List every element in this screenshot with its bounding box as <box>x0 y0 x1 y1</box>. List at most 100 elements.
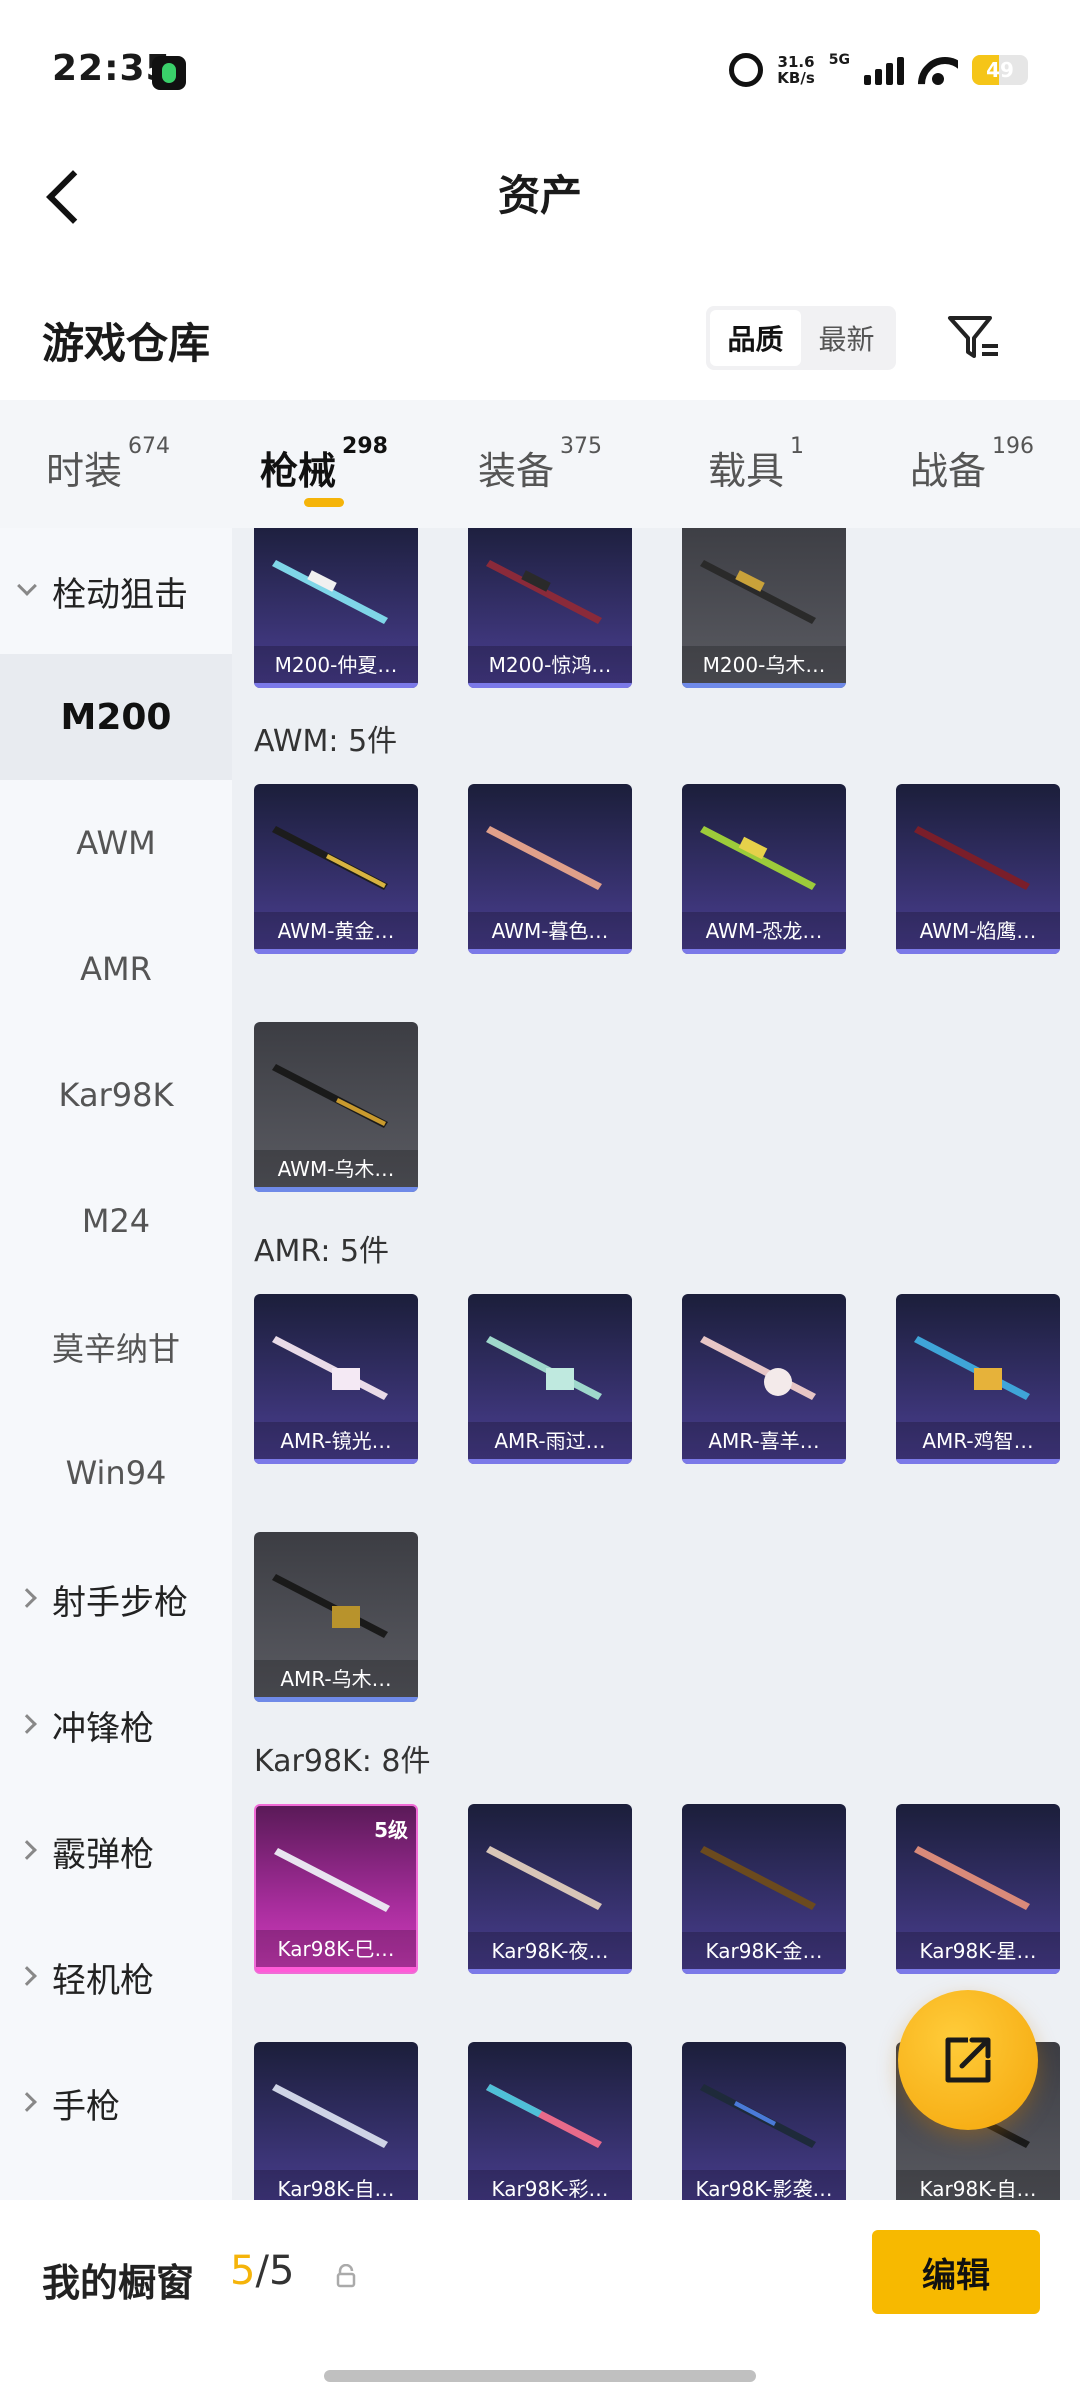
sidebar-item-label: Kar98K <box>58 1076 174 1114</box>
skin-card[interactable]: AWM-乌木… <box>254 1022 418 1192</box>
sidebar-item-m200[interactable]: M200 <box>0 654 232 780</box>
skin-card[interactable]: Kar98K-星… <box>896 1804 1060 1974</box>
skin-card[interactable]: M200-惊鸿… <box>468 528 632 688</box>
skin-name: AMR-镜光… <box>254 1422 418 1460</box>
showcase-count-current: 5 <box>230 2248 256 2294</box>
skin-card[interactable]: AWM-焰鹰… <box>896 784 1060 954</box>
skin-name: Kar98K-星… <box>896 1932 1060 1970</box>
rifle-icon <box>486 1336 602 1400</box>
sort-quality-option[interactable]: 品质 <box>710 310 801 366</box>
network-speed-unit: KB/s <box>777 69 815 87</box>
skin-name: AMR-喜羊… <box>682 1422 846 1460</box>
tab-label: 战备 <box>909 449 986 493</box>
skin-card[interactable]: Kar98K-影袭… <box>682 2042 846 2200</box>
tab-label: 装备 <box>477 449 554 493</box>
sidebar-item-label: 莫辛纳甘 <box>51 1330 180 1368</box>
showcase-bar: 我的橱窗 5/5 编辑 <box>0 2200 1080 2400</box>
sidebar-group-smg[interactable]: 冲锋枪 <box>0 1662 232 1788</box>
skin-card[interactable]: AMR-乌木… <box>254 1532 418 1702</box>
chevron-right-icon <box>17 1588 37 1608</box>
rifle-icon <box>272 2084 388 2148</box>
rifle-icon <box>700 1336 816 1400</box>
home-indicator <box>324 2370 756 2382</box>
weapon-category-sidebar: 栓动狙击 M200 AWM AMR Kar98K M24 莫辛纳甘 Win94 … <box>0 528 232 2200</box>
sort-latest-option[interactable]: 最新 <box>801 310 892 366</box>
skin-card[interactable]: Kar98K-夜… <box>468 1804 632 1974</box>
wifi-icon <box>918 55 958 85</box>
sort-toggle: 品质 最新 <box>706 306 896 370</box>
chevron-right-icon <box>17 1714 37 1734</box>
sidebar-item-awm[interactable]: AWM <box>0 780 232 906</box>
tab-equipment[interactable]: 装备 375 <box>432 400 648 528</box>
chevron-down-icon <box>17 576 37 596</box>
lock-icon <box>336 2264 356 2288</box>
showcase-count-separator: / <box>255 2248 269 2294</box>
edit-button[interactable]: 编辑 <box>872 2230 1040 2314</box>
section-header: 游戏仓库 品质 最新 <box>0 280 1080 400</box>
skin-card[interactable]: AMR-喜羊… <box>682 1294 846 1464</box>
sidebar-item-label: M24 <box>81 1202 151 1240</box>
sidebar-group-bolt-action[interactable]: 栓动狙击 <box>0 528 232 654</box>
tab-guns[interactable]: 枪械 298 <box>216 400 432 528</box>
rifle-icon <box>486 826 602 890</box>
skin-card[interactable]: AWM-暮色… <box>468 784 632 954</box>
sidebar-item-amr[interactable]: AMR <box>0 906 232 1032</box>
skin-name: M200-乌木… <box>682 646 846 684</box>
sidebar-item-m24[interactable]: M24 <box>0 1158 232 1284</box>
sidebar-group-pistol[interactable]: 手枪 <box>0 2040 232 2166</box>
skin-name: AWM-暮色… <box>468 912 632 950</box>
showcase-count: 5/5 <box>230 2248 294 2294</box>
signal-icon <box>864 55 904 85</box>
skin-card[interactable]: AWM-黄金… <box>254 784 418 954</box>
group-label-awm: AWM: 5件 <box>254 724 398 759</box>
category-tabs: 时装 674 枪械 298 装备 375 载具 1 战备 196 <box>0 400 1080 528</box>
sidebar-item-label: 冲锋枪 <box>52 1708 154 1749</box>
sidebar-group-shotgun[interactable]: 霰弹枪 <box>0 1788 232 1914</box>
tab-count: 298 <box>342 434 388 459</box>
tab-count: 196 <box>992 434 1034 459</box>
skin-card[interactable]: AWM-恐龙… <box>682 784 846 954</box>
tab-label: 时装 <box>45 449 122 493</box>
page-title: 资产 <box>497 171 582 220</box>
tab-vehicles[interactable]: 载具 1 <box>648 400 864 528</box>
skin-card[interactable]: Kar98K-彩… <box>468 2042 632 2200</box>
sidebar-group-lmg[interactable]: 轻机枪 <box>0 1914 232 2040</box>
sidebar-item-kar98k[interactable]: Kar98K <box>0 1032 232 1158</box>
skin-card[interactable]: M200-仲夏… <box>254 528 418 688</box>
filter-icon[interactable] <box>944 308 1004 368</box>
tab-count: 1 <box>790 434 804 459</box>
skin-card[interactable]: AMR-鸡智… <box>896 1294 1060 1464</box>
sidebar-item-label: 轻机枪 <box>52 1960 154 2001</box>
battery-icon: 49 <box>972 55 1028 85</box>
skin-card[interactable]: 5级 Kar98K-巳… <box>254 1804 418 1974</box>
tab-supplies[interactable]: 战备 196 <box>864 400 1080 528</box>
sidebar-item-label: M200 <box>60 696 172 738</box>
rifle-icon <box>700 826 816 890</box>
skin-name: M200-仲夏… <box>254 646 418 684</box>
skin-name: AWM-焰鹰… <box>896 912 1060 950</box>
sidebar-item-label: 栓动狙击 <box>52 574 188 615</box>
skin-card[interactable]: M200-乌木… <box>682 528 846 688</box>
rifle-icon <box>914 1846 1030 1910</box>
rifle-icon <box>700 560 816 624</box>
skin-card[interactable]: AMR-雨过… <box>468 1294 632 1464</box>
sidebar-item-win94[interactable]: Win94 <box>0 1410 232 1536</box>
status-icons: 31.6 KB/s 5G 49 <box>729 50 1028 90</box>
section-title: 游戏仓库 <box>42 319 211 368</box>
tab-fashion[interactable]: 时装 674 <box>0 400 216 528</box>
skin-card[interactable]: Kar98K-金… <box>682 1804 846 1974</box>
rifle-icon <box>700 1846 816 1910</box>
skin-card[interactable]: Kar98K-自… <box>254 2042 418 2200</box>
showcase-count-total: 5 <box>268 2248 295 2294</box>
skin-name: AMR-雨过… <box>468 1422 632 1460</box>
alarm-icon <box>729 53 764 87</box>
rifle-icon <box>272 1064 388 1128</box>
skin-name: Kar98K-夜… <box>468 1932 632 1970</box>
share-button[interactable] <box>898 1990 1038 2130</box>
rifle-icon <box>486 560 602 624</box>
sidebar-group-marksman[interactable]: 射手步枪 <box>0 1536 232 1662</box>
skin-card[interactable]: AMR-镜光… <box>254 1294 418 1464</box>
chevron-right-icon <box>17 2092 37 2112</box>
sidebar-item-label: 手枪 <box>52 2086 120 2127</box>
sidebar-item-mosin[interactable]: 莫辛纳甘 <box>0 1284 232 1410</box>
